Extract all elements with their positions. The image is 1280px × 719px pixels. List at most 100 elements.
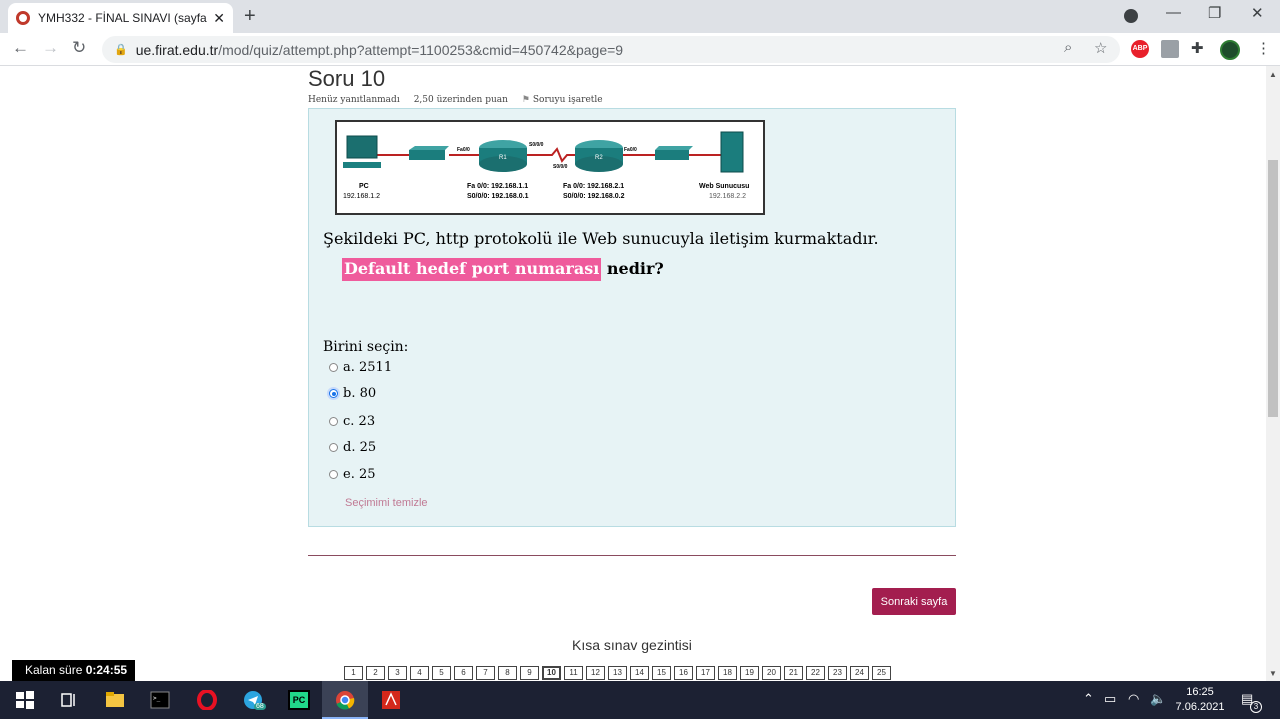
windows-taskbar: >_ 68 PC ⌃ ▭ ◠ 🔈 16:25 7.06.2021 ▤ 3 (0, 681, 1280, 719)
quiz-nav-page-19[interactable]: 19 (740, 666, 759, 680)
option-c[interactable]: c. 23 (329, 414, 375, 429)
url-path: /mod/quiz/attempt.php?attempt=1100253&cm… (218, 41, 624, 58)
next-page-button[interactable]: Sonraki sayfa (872, 588, 956, 615)
option-b[interactable]: b. 80 (329, 386, 376, 401)
quiz-nav-page-22[interactable]: 22 (806, 666, 825, 680)
volume-icon[interactable]: 🔈 (1150, 691, 1166, 707)
zoom-icon[interactable]: ⌕ (1064, 39, 1072, 56)
radio-c[interactable] (329, 417, 338, 426)
quiz-nav-page-1[interactable]: 1 (344, 666, 363, 680)
r1-s-ip: S0/0/0: 192.168.0.1 (467, 193, 529, 200)
quiz-nav-page-6[interactable]: 6 (454, 666, 473, 680)
option-b-label: b. 80 (343, 386, 377, 401)
link-label-fa1: Fa0/0 (457, 147, 470, 153)
wifi-icon[interactable]: ◠ (1128, 691, 1139, 707)
browser-tab[interactable]: YMH332 - FİNAL SINAVI (sayfa 10 ✕ (8, 3, 233, 33)
reload-icon[interactable]: ↻ (72, 38, 86, 58)
pc-ip: 192.168.1.2 (343, 193, 380, 200)
tray-expand-icon[interactable]: ⌃ (1083, 691, 1094, 707)
bookmark-star-icon[interactable]: ☆ (1094, 39, 1107, 57)
back-icon[interactable]: ← (12, 38, 29, 58)
acrobat-icon[interactable] (380, 690, 402, 710)
quiz-nav-page-21[interactable]: 21 (784, 666, 803, 680)
option-d-label: d. 25 (343, 440, 377, 455)
quiz-nav-page-8[interactable]: 8 (498, 666, 517, 680)
task-view-icon[interactable] (58, 690, 80, 710)
quiz-nav-page-10[interactable]: 10 (542, 666, 561, 680)
profile-avatar[interactable] (1220, 40, 1240, 60)
scroll-down-icon[interactable]: ▼ (1269, 669, 1277, 678)
telegram-badge: 68 (254, 703, 266, 710)
opera-icon[interactable] (196, 690, 218, 710)
quiz-nav-page-12[interactable]: 12 (586, 666, 605, 680)
clock[interactable]: 16:25 7.06.2021 (1170, 685, 1230, 715)
quiz-nav-page-15[interactable]: 15 (652, 666, 671, 680)
r2-s-ip: S0/0/0: 192.168.0.2 (563, 193, 625, 200)
file-explorer-icon[interactable] (104, 690, 126, 710)
pycharm-icon[interactable]: PC (288, 690, 310, 710)
quiz-nav-page-20[interactable]: 20 (762, 666, 781, 680)
question-title: Soru 10 (308, 66, 386, 91)
timer-value: 0:24:55 (85, 663, 128, 677)
radio-e[interactable] (329, 470, 338, 479)
minimize-icon[interactable]: — (1166, 4, 1181, 21)
quiz-nav-page-11[interactable]: 11 (564, 666, 583, 680)
chrome-icon[interactable] (334, 690, 356, 710)
quiz-nav-page-18[interactable]: 18 (718, 666, 737, 680)
address-bar[interactable]: 🔒 ue.firat.edu.tr/mod/quiz/attempt.php?a… (102, 36, 1120, 63)
site-favicon-icon (16, 11, 30, 25)
window-close-icon[interactable]: ✕ (1251, 4, 1264, 22)
quiz-nav-page-9[interactable]: 9 (520, 666, 539, 680)
tab-search-icon[interactable] (1124, 9, 1138, 23)
terminal-icon[interactable]: >_ (149, 690, 171, 710)
quiz-nav-page-13[interactable]: 13 (608, 666, 627, 680)
tab-close-icon[interactable]: ✕ (213, 10, 225, 27)
clear-choice-link[interactable]: Seçimimi temizle (345, 497, 428, 509)
server-label: Web Sunucusu (699, 183, 749, 190)
browser-toolbar: ← → ↻ 🔒 ue.firat.edu.tr/mod/quiz/attempt… (0, 33, 1280, 66)
forward-icon[interactable]: → (42, 38, 59, 58)
r1-label: R1 (499, 155, 507, 161)
page-scrollbar[interactable]: ▲ ▼ (1266, 66, 1280, 681)
quiz-nav-title: Kısa sınav gezintisi (572, 637, 692, 653)
quiz-nav-page-3[interactable]: 3 (388, 666, 407, 680)
option-e[interactable]: e. 25 (329, 467, 376, 482)
question-highlight-line: Default hedef port numarası nedir? (342, 258, 664, 281)
quiz-nav-page-17[interactable]: 17 (696, 666, 715, 680)
question-highlight-rest: nedir? (601, 259, 664, 278)
battery-icon[interactable]: ▭ (1104, 691, 1116, 707)
tab-title: YMH332 - FİNAL SINAVI (sayfa 10 (38, 11, 208, 25)
adblock-extension-icon[interactable]: ABP (1131, 40, 1149, 58)
link-label-s2: S0/0/0 (553, 164, 568, 170)
radio-a[interactable] (329, 363, 338, 372)
timer: Kalan süre 0:24:55 (12, 660, 135, 681)
network-diagram: Fa0/0 S0/0/0 S0/0/0 Fa0/0 R1 R2 PC 192.1… (335, 120, 765, 215)
quiz-nav-page-23[interactable]: 23 (828, 666, 847, 680)
quiz-nav-pages: 1 2 3 4 5 6 7 8 9 10 11 12 13 14 15 16 17 18 19 20 21 22 23 24 2… (344, 666, 891, 680)
quiz-nav-page-25[interactable]: 25 (872, 666, 891, 680)
quiz-nav-page-16[interactable]: 16 (674, 666, 693, 680)
restore-icon[interactable]: ❐ (1208, 4, 1221, 22)
quiz-nav-page-24[interactable]: 24 (850, 666, 869, 680)
option-a[interactable]: a. 2511 (329, 360, 392, 375)
menu-kebab-icon[interactable]: ⋮ (1256, 39, 1271, 57)
svg-text:>_: >_ (153, 695, 161, 702)
windows-start-icon[interactable] (14, 690, 36, 710)
extension-icon[interactable] (1161, 40, 1179, 58)
quiz-nav-page-5[interactable]: 5 (432, 666, 451, 680)
option-d[interactable]: d. 25 (329, 440, 376, 455)
scrollbar-thumb[interactable] (1268, 160, 1278, 417)
page-content: Soru 10 Henüz yanıtlanmadı 2,50 üzerinde… (0, 66, 1266, 681)
new-tab-icon[interactable]: + (244, 5, 256, 28)
quiz-nav-page-14[interactable]: 14 (630, 666, 649, 680)
extensions-puzzle-icon[interactable]: ✚ (1191, 39, 1204, 57)
flag-question-link[interactable]: ⚑ Soruyu işaretle (522, 95, 603, 105)
quiz-nav-page-4[interactable]: 4 (410, 666, 429, 680)
quiz-nav-page-2[interactable]: 2 (366, 666, 385, 680)
quiz-nav-page-7[interactable]: 7 (476, 666, 495, 680)
scroll-up-icon[interactable]: ▲ (1269, 70, 1277, 79)
radio-b[interactable] (329, 389, 338, 398)
lock-icon: 🔒 (114, 44, 128, 56)
server-ip: 192.168.2.2 (709, 193, 746, 200)
radio-d[interactable] (329, 443, 338, 452)
